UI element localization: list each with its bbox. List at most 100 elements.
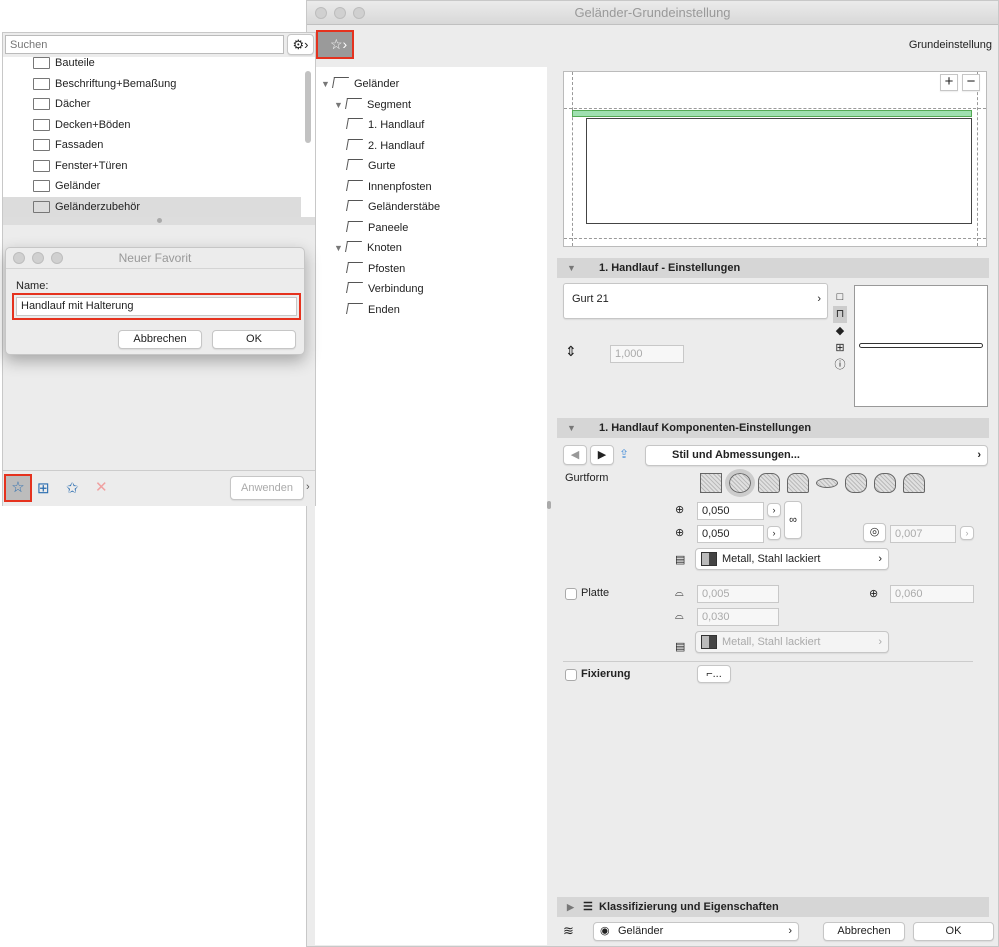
layer-icon: ≋ bbox=[563, 923, 574, 938]
name-input[interactable]: Handlauf mit Halterung bbox=[16, 297, 297, 316]
section-classification[interactable]: ▶ ☰ Klassifizierung und Eigenschaften bbox=[557, 897, 989, 917]
tree-item[interactable]: Innenpfosten bbox=[346, 177, 432, 197]
link-chain-toggle[interactable]: ∞ bbox=[784, 501, 802, 539]
delete-button[interactable]: ✕ bbox=[95, 478, 108, 496]
folder-item[interactable]: Geländerzubehör bbox=[3, 196, 301, 217]
search-input[interactable] bbox=[5, 35, 284, 54]
section-title: Klassifizierung und Eigenschaften bbox=[599, 901, 779, 913]
minimize-button[interactable] bbox=[32, 252, 44, 264]
next-button[interactable]: ▶ bbox=[590, 445, 614, 465]
tree-item[interactable]: Enden bbox=[346, 300, 400, 320]
shape-square[interactable] bbox=[700, 473, 722, 493]
section-component-settings[interactable]: ▼ 1. Handlauf Komponenten-Einstellungen bbox=[557, 418, 989, 438]
plate-width-icon: ⌓ bbox=[675, 610, 684, 622]
zoom-out-button[interactable]: − bbox=[962, 74, 980, 91]
favorites-button[interactable]: ☆› bbox=[316, 30, 354, 59]
tree-item[interactable]: 1. Handlauf bbox=[346, 115, 424, 135]
settings-menu-button[interactable]: ⚙› bbox=[287, 34, 314, 55]
section-handrail-settings[interactable]: ▼ 1. Handlauf - Einstellungen bbox=[557, 258, 989, 278]
tree-item[interactable]: ▼ Geländer bbox=[321, 74, 399, 94]
new-favorite-button[interactable]: ☆ bbox=[4, 474, 32, 502]
edit-favorite-button[interactable]: ✩ bbox=[66, 479, 79, 497]
dialog-ok-button[interactable]: OK bbox=[212, 330, 296, 349]
folder-item[interactable]: Decken+Böden bbox=[3, 115, 301, 135]
shape-flat[interactable] bbox=[816, 478, 838, 488]
tree-item[interactable]: Verbindung bbox=[346, 279, 424, 299]
profile-selector[interactable]: Gurt 21 › bbox=[563, 283, 828, 319]
folder-item[interactable]: Bauteile bbox=[3, 53, 301, 73]
fixierung-button[interactable]: ⌐... bbox=[697, 665, 731, 683]
thickness-menu-button[interactable]: › bbox=[960, 526, 974, 540]
disclosure-triangle-icon[interactable]: ▼ bbox=[321, 74, 333, 94]
railing-component-icon bbox=[345, 97, 362, 109]
plate-material-selector[interactable]: Metall, Stahl lackiert › bbox=[695, 631, 889, 653]
shape-profile-8[interactable] bbox=[903, 473, 925, 493]
wall-thickness-field[interactable]: 0,007 bbox=[890, 525, 956, 543]
chevron-right-icon[interactable]: › bbox=[306, 481, 310, 493]
height-field[interactable]: 0,050 bbox=[697, 525, 764, 543]
ok-button[interactable]: OK bbox=[913, 922, 994, 941]
minimize-button[interactable] bbox=[334, 7, 346, 19]
zoom-in-button[interactable]: + bbox=[940, 74, 958, 91]
folder-item[interactable]: Dächer bbox=[3, 94, 301, 114]
tree-item-label: Segment bbox=[367, 98, 412, 111]
shape-profile-4[interactable] bbox=[787, 473, 809, 493]
railing-component-icon bbox=[345, 241, 362, 252]
height-field[interactable]: 1,000 bbox=[610, 345, 684, 363]
shape-profile-3[interactable] bbox=[758, 473, 780, 493]
folder-item[interactable]: Fenster+Türen bbox=[3, 156, 301, 176]
width-field[interactable]: 0,050 bbox=[697, 502, 764, 520]
square-icon: □ bbox=[836, 291, 844, 303]
dialog-cancel-button[interactable]: Abbrechen bbox=[118, 330, 202, 349]
plate-width-field[interactable]: 0,030 bbox=[697, 608, 779, 626]
palette-toolbar: ☆ ⊞ ✩ ✕ Anwenden › bbox=[3, 470, 315, 506]
tree-item[interactable]: Gurte bbox=[346, 156, 396, 176]
shape-circle[interactable] bbox=[725, 469, 755, 497]
material-selector[interactable]: Metall, Stahl lackiert › bbox=[695, 548, 889, 570]
tree-item[interactable]: Pfosten bbox=[346, 259, 405, 279]
resize-handle[interactable] bbox=[3, 217, 315, 225]
hollow-toggle[interactable]: ◎ bbox=[863, 523, 886, 542]
platte-checkbox[interactable] bbox=[565, 588, 577, 600]
height-icon: ⊕ bbox=[675, 527, 685, 539]
cancel-button[interactable]: Abbrechen bbox=[823, 922, 905, 941]
fixierung-checkbox[interactable] bbox=[565, 669, 577, 681]
layer-selector[interactable]: ◉ Geländer › bbox=[593, 922, 799, 941]
view-mode-icons[interactable]: □ ⊓ ◆ ⊞ ⓘ bbox=[833, 289, 847, 374]
tree-item[interactable]: 2. Handlauf bbox=[346, 136, 424, 156]
splitter-handle[interactable] bbox=[547, 501, 551, 509]
preview-area: + − bbox=[563, 71, 987, 247]
page-dropdown[interactable]: Stil und Abmessungen... › bbox=[645, 445, 988, 466]
transfer-icon[interactable]: ⇪ bbox=[619, 447, 629, 461]
material-name: Metall, Stahl lackiert bbox=[722, 553, 821, 565]
zoom-button[interactable] bbox=[353, 7, 365, 19]
tree-item-label: Geländer bbox=[354, 78, 400, 90]
tree-item[interactable]: Paneele bbox=[346, 218, 408, 238]
close-button[interactable] bbox=[315, 7, 327, 19]
folder-item[interactable]: Fassaden bbox=[3, 135, 301, 155]
tree-item[interactable]: ▼ Knoten bbox=[334, 238, 402, 258]
new-folder-button[interactable]: ⊞ bbox=[37, 479, 50, 497]
scrollbar[interactable] bbox=[305, 71, 311, 143]
plate-offset-field[interactable]: 0,060 bbox=[890, 585, 974, 603]
folder-icon bbox=[33, 77, 50, 90]
folder-label: Bauteile bbox=[55, 57, 95, 69]
disclosure-triangle-icon[interactable]: ▼ bbox=[334, 95, 346, 115]
tree-item[interactable]: Geländerstäbe bbox=[346, 197, 440, 217]
tree-item[interactable]: ▼ Segment bbox=[334, 95, 411, 115]
shape-octagon[interactable] bbox=[845, 473, 867, 493]
shape-oval[interactable] bbox=[874, 473, 896, 493]
plate-thickness-field[interactable]: 0,005 bbox=[697, 585, 779, 603]
profile-shape-picker[interactable] bbox=[700, 469, 925, 497]
height-menu-button[interactable]: › bbox=[767, 526, 781, 540]
folder-item[interactable]: Beschriftung+Bemaßung bbox=[3, 74, 301, 94]
apply-button[interactable]: Anwenden bbox=[230, 476, 304, 500]
folder-item[interactable]: Geländer bbox=[3, 176, 301, 196]
platte-label: Platte bbox=[581, 587, 610, 599]
previous-button[interactable]: ◀ bbox=[563, 445, 587, 465]
width-menu-button[interactable]: › bbox=[767, 503, 781, 517]
disclosure-triangle-icon[interactable]: ▼ bbox=[334, 238, 346, 258]
profile-preview bbox=[854, 285, 988, 407]
zoom-button[interactable] bbox=[51, 252, 63, 264]
close-button[interactable] bbox=[13, 252, 25, 264]
